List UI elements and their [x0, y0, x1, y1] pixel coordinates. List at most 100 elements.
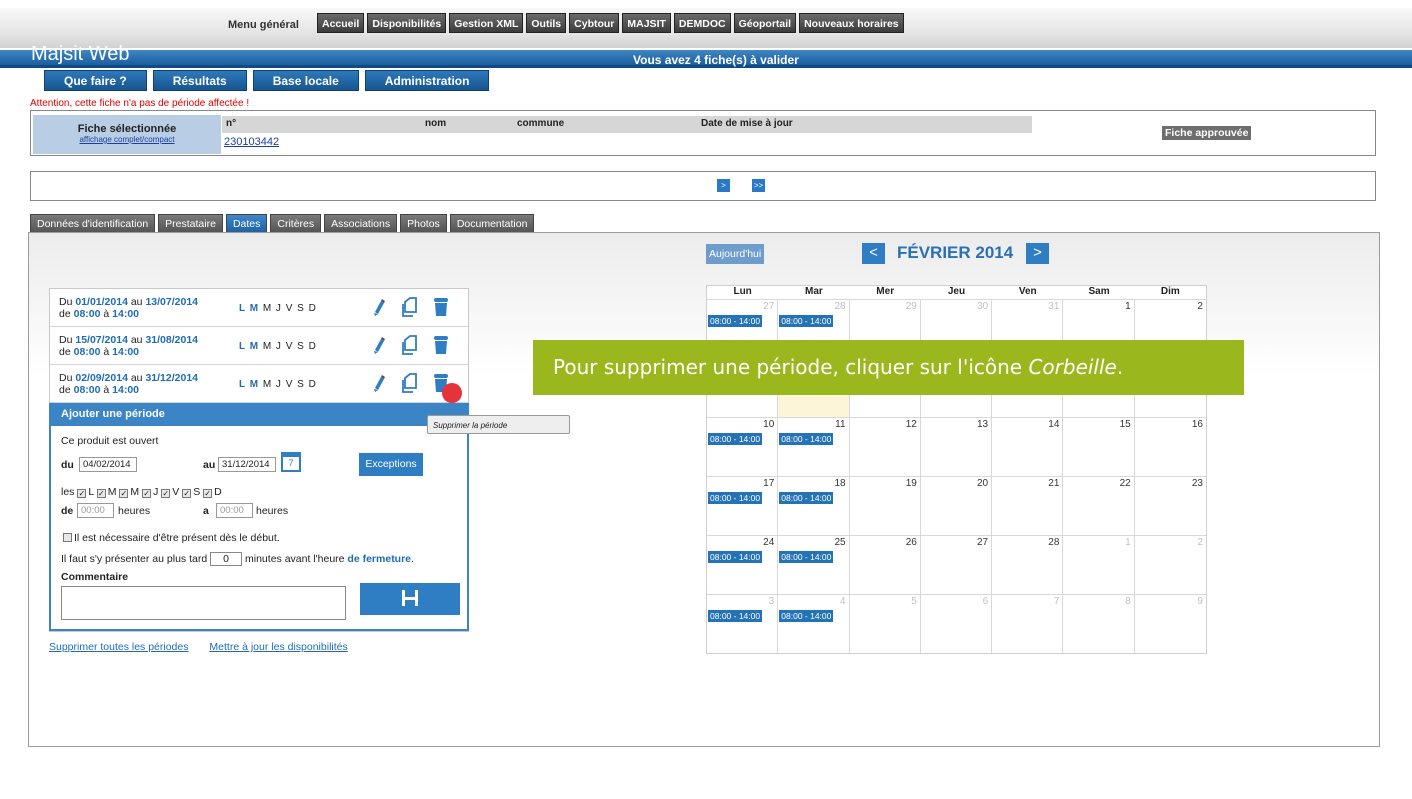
calendar-day-cell[interactable]: 8 [1063, 595, 1135, 653]
edit-pencil-icon[interactable] [370, 373, 388, 393]
menu-item-gestion-xml[interactable]: Gestion XML [449, 13, 524, 33]
display-toggle-link[interactable]: affichage complet/compact [33, 135, 221, 144]
day-checkbox[interactable]: ✓ [142, 489, 152, 498]
calendar-day-cell[interactable]: 3 08:00 - 14:00 [707, 595, 779, 653]
calendar-event[interactable]: 08:00 - 14:00 [779, 610, 834, 622]
menu-item-outils[interactable]: Outils [526, 13, 567, 33]
menu-item-demdoc[interactable]: DEMDOC [673, 13, 731, 33]
calendar-day-cell[interactable]: 28 [992, 536, 1064, 594]
calendar-day-cell[interactable]: 10 08:00 - 14:00 [707, 418, 779, 476]
calendar-event[interactable]: 08:00 - 14:00 [708, 551, 763, 563]
calendar-day-cell[interactable]: 27 [921, 536, 993, 594]
trash-icon[interactable] [432, 335, 450, 355]
calendar-event[interactable]: 08:00 - 14:00 [779, 315, 834, 327]
calendar-day-cell[interactable]: 16 [1135, 418, 1206, 476]
day-checkbox[interactable]: ✓ [161, 489, 171, 498]
delete-all-periods-link[interactable]: Supprimer toutes les périodes [49, 641, 189, 653]
next-month-button[interactable]: > [1026, 243, 1049, 264]
end-date-input[interactable]: 31/12/2014 [218, 457, 276, 472]
start-time-input[interactable]: 00:00 [77, 503, 114, 518]
present-checkbox[interactable] [63, 533, 72, 542]
hours-label: heures [118, 505, 151, 517]
menu-item-majsit[interactable]: MAJSIT [622, 13, 671, 33]
calendar-day-cell[interactable]: 22 [1063, 477, 1135, 535]
copy-icon[interactable] [401, 335, 419, 355]
calendar-day-cell[interactable]: 12 [850, 418, 921, 476]
day-checkbox[interactable]: ✓ [182, 489, 192, 498]
calendar-event[interactable]: 08:00 - 14:00 [708, 315, 763, 327]
nav-base-locale[interactable]: Base locale [252, 70, 359, 91]
calendar-day-cell[interactable]: 25 08:00 - 14:00 [778, 536, 850, 594]
nav-administration[interactable]: Administration [364, 70, 490, 91]
calendar-event[interactable]: 08:00 - 14:00 [779, 492, 834, 504]
tab-documentation[interactable]: Documentation [449, 214, 535, 232]
calendar-day-cell[interactable]: 21 [992, 477, 1064, 535]
calendar-month-title: FÉVRIER 2014 [897, 243, 1014, 262]
calendar-day-cell[interactable]: 19 [850, 477, 921, 535]
tab-identification[interactable]: Données d'identification [30, 214, 156, 232]
calendar-icon[interactable]: 7 [281, 452, 301, 472]
calendar-day-cell[interactable]: 17 08:00 - 14:00 [707, 477, 779, 535]
nav-resultats[interactable]: Résultats [152, 70, 247, 91]
calendar-day-cell[interactable]: 18 08:00 - 14:00 [778, 477, 850, 535]
calendar-day-cell[interactable]: 14 [992, 418, 1064, 476]
calendar-event[interactable]: 08:00 - 14:00 [779, 551, 834, 563]
copy-icon[interactable] [401, 297, 419, 317]
day-number: 7 [1053, 596, 1060, 607]
day-checkbox[interactable]: ✓ [77, 489, 87, 498]
calendar-day-cell[interactable]: 4 08:00 - 14:00 [778, 595, 850, 653]
next-page-button[interactable]: > [717, 179, 730, 192]
calendar-day-cell[interactable]: 26 [850, 536, 921, 594]
nav-que-faire[interactable]: Que faire ? [44, 70, 147, 91]
trash-icon[interactable] [432, 297, 450, 317]
calendar-day-cell[interactable]: 7 [992, 595, 1064, 653]
menu-item-geoportail[interactable]: Géoportail [733, 13, 797, 33]
calendar-day-cell[interactable]: 11 08:00 - 14:00 [778, 418, 850, 476]
end-time-input[interactable]: 00:00 [216, 503, 253, 518]
calendar-event[interactable]: 08:00 - 14:00 [708, 433, 763, 445]
tab-associations[interactable]: Associations [324, 214, 398, 232]
tab-prestataire[interactable]: Prestataire [158, 214, 223, 232]
day-checkbox[interactable]: ✓ [119, 489, 129, 498]
calendar-day-cell[interactable]: 20 [921, 477, 993, 535]
day-checkbox[interactable]: ✓ [96, 489, 106, 498]
instruction-banner: Pour supprimer une période, cliquer sur … [533, 340, 1244, 395]
calendar-day-cell[interactable]: 6 [921, 595, 993, 653]
menu-item-cybtour[interactable]: Cybtour [569, 13, 620, 33]
tab-dates[interactable]: Dates [225, 214, 268, 232]
late-minutes-input[interactable]: 0 [210, 552, 243, 566]
tab-criteres[interactable]: Critères [270, 214, 322, 232]
calendar-event[interactable]: 08:00 - 14:00 [779, 433, 834, 445]
menu-item-nouveaux-horaires[interactable]: Nouveaux horaires [799, 13, 904, 33]
day-number: 27 [763, 301, 775, 312]
calendar-day-cell[interactable]: 5 [850, 595, 921, 653]
calendar-day-cell[interactable]: 9 [1135, 595, 1206, 653]
menu-item-disponibilites[interactable]: Disponibilités [367, 13, 447, 33]
delete-period-tooltip: Supprimer la période [427, 415, 570, 434]
menu-item-accueil[interactable]: Accueil [317, 13, 365, 33]
start-date-input[interactable]: 04/02/2014 [79, 457, 137, 472]
prev-month-button[interactable]: < [862, 243, 885, 264]
calendar-day-cell[interactable]: 13 [921, 418, 993, 476]
record-number-link[interactable]: 230103442 [224, 136, 279, 148]
calendar-day-cell[interactable]: 1 [1063, 536, 1135, 594]
copy-icon[interactable] [401, 373, 419, 393]
exceptions-button[interactable]: Exceptions [359, 453, 423, 476]
edit-pencil-icon[interactable] [370, 297, 388, 317]
calendar-event[interactable]: 08:00 - 14:00 [708, 492, 763, 504]
today-button[interactable]: Aujourd'hui [706, 244, 765, 264]
calendar-day-cell[interactable]: 24 08:00 - 14:00 [707, 536, 779, 594]
update-availability-link[interactable]: Mettre à jour les disponibilités [209, 641, 347, 653]
day-checkbox[interactable]: ✓ [203, 489, 213, 498]
last-page-button[interactable]: >> [752, 179, 765, 192]
save-button[interactable] [360, 583, 460, 615]
tab-photos[interactable]: Photos [400, 214, 447, 232]
calendar-event[interactable]: 08:00 - 14:00 [708, 610, 763, 622]
calendar-day-cell[interactable]: 2 [1135, 536, 1206, 594]
edit-pencil-icon[interactable] [370, 335, 388, 355]
period-row: Du 01/01/2014 au 13/07/2014 de 08:00 à 1… [50, 289, 468, 327]
pending-validation-notice[interactable]: Vous avez 4 fiche(s) à valider [633, 53, 799, 67]
calendar-day-cell[interactable]: 15 [1063, 418, 1135, 476]
calendar-day-cell[interactable]: 23 [1135, 477, 1206, 535]
comment-textarea[interactable] [61, 586, 346, 620]
